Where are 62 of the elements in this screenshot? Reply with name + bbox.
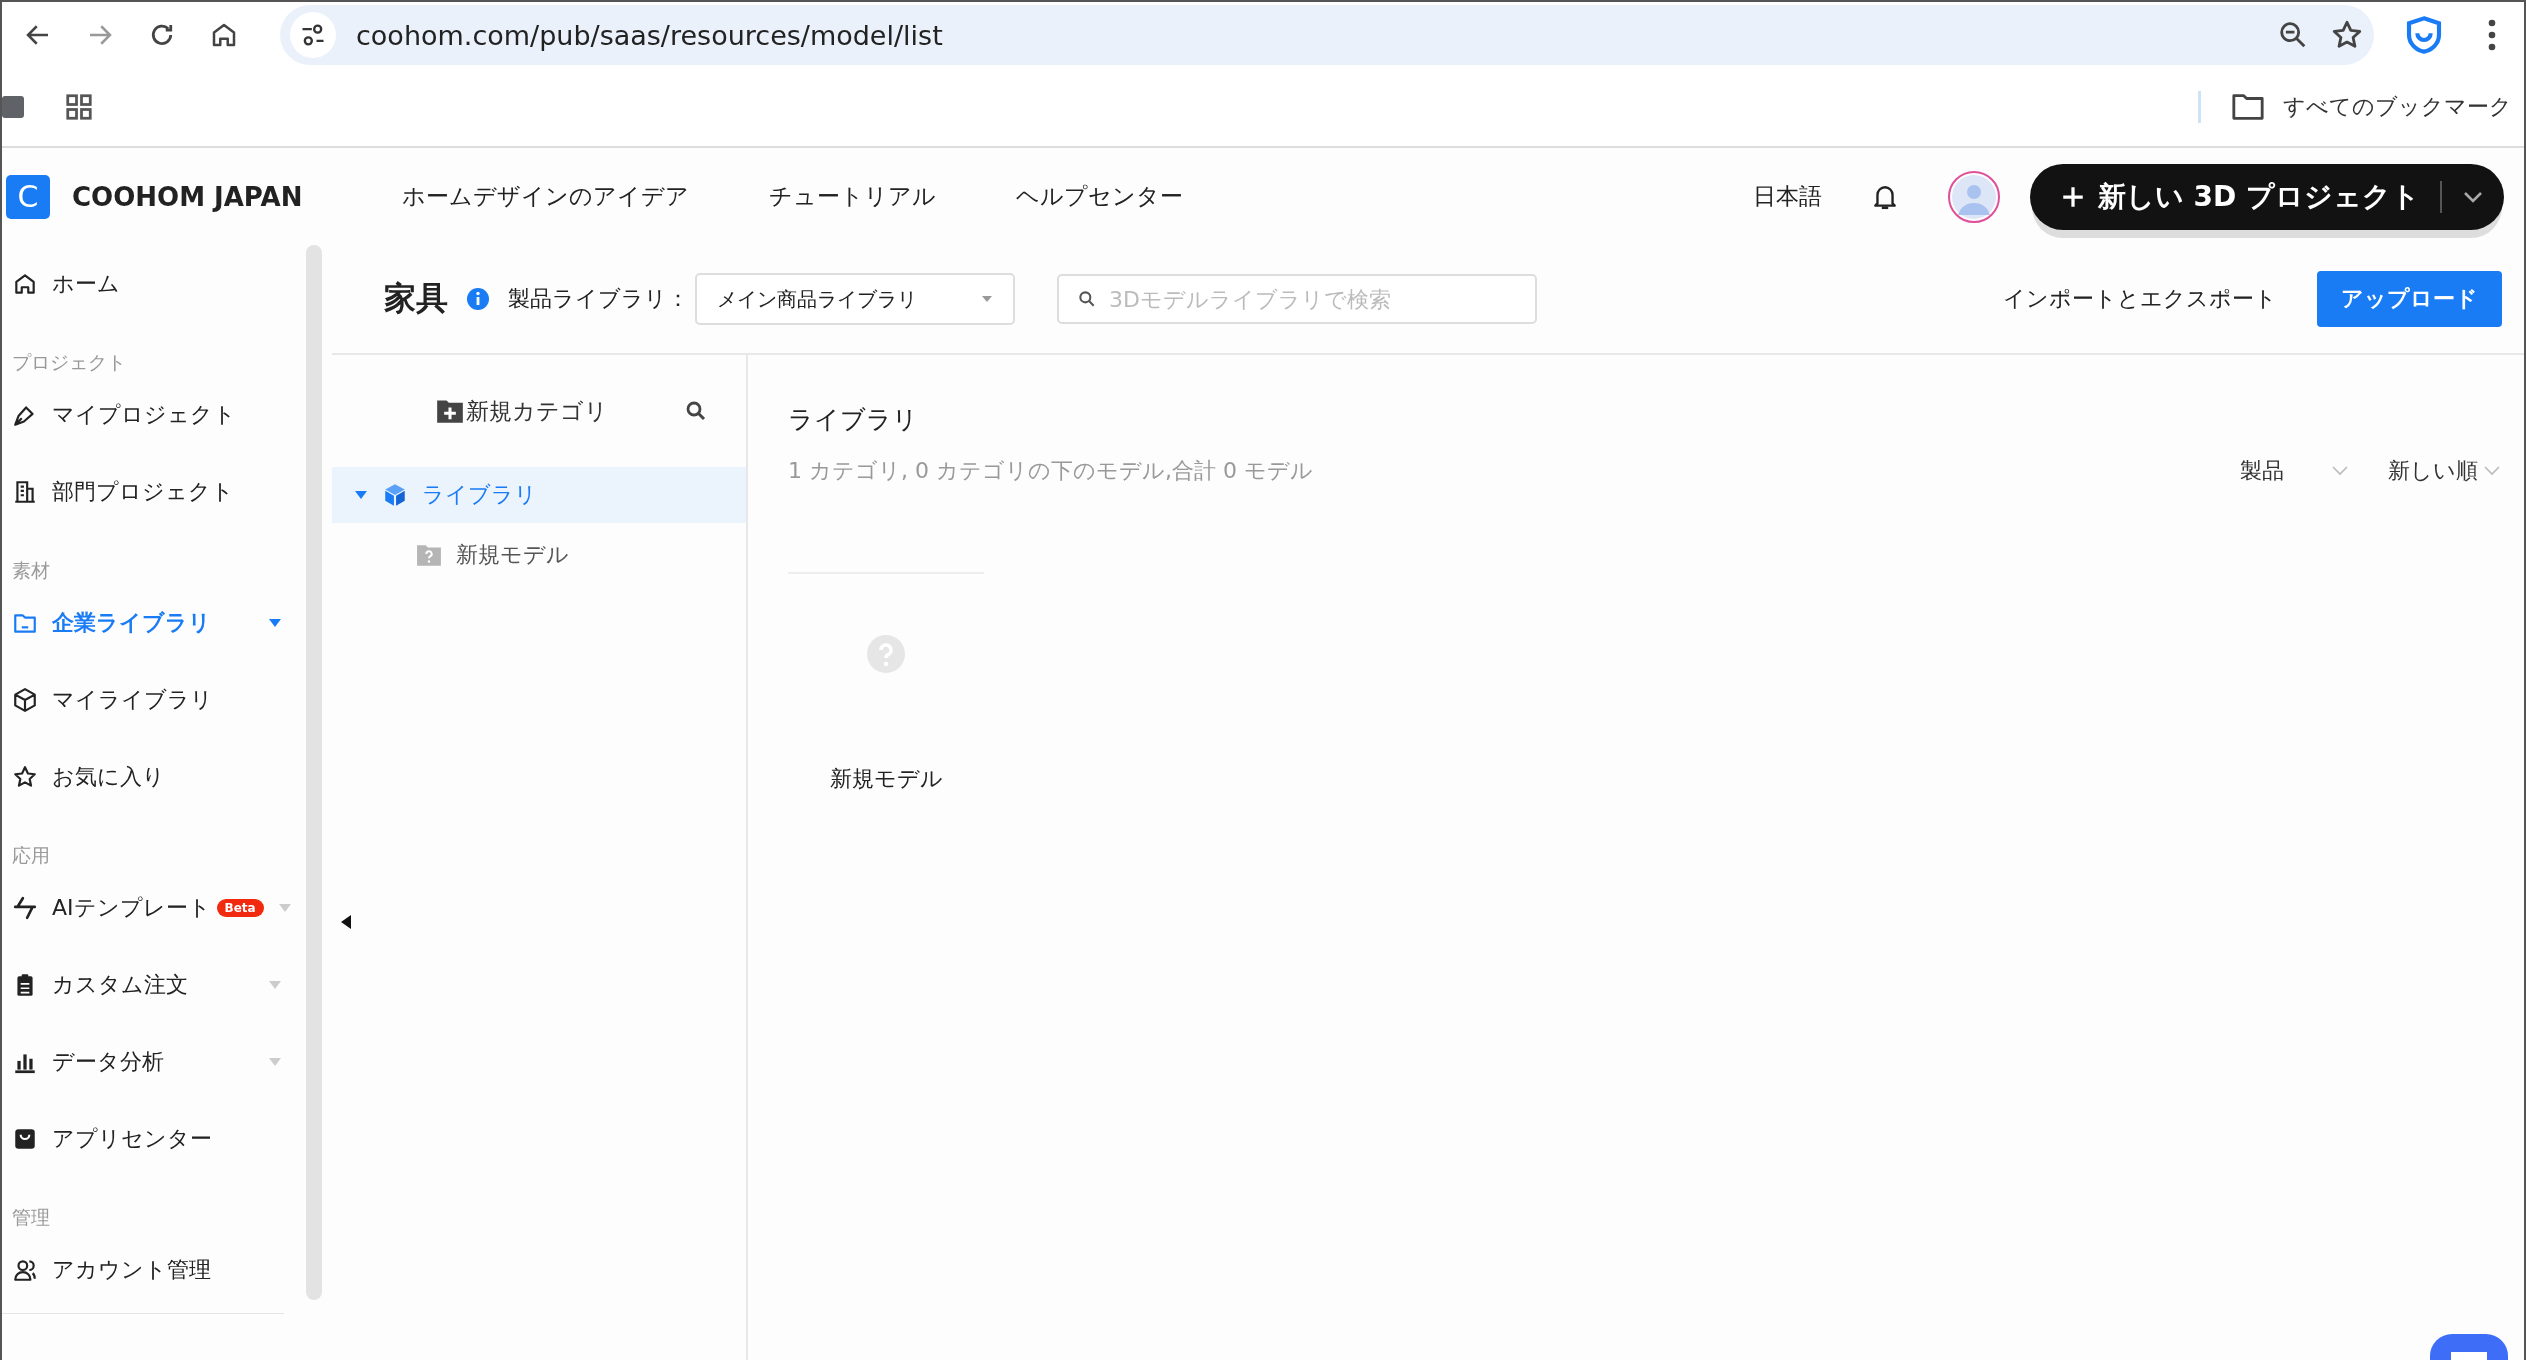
beta-badge: Beta (216, 898, 264, 917)
url-text: coohom.com/pub/saas/resources/model/list (356, 19, 944, 51)
star-icon (12, 763, 38, 790)
new-category-button[interactable]: 新規カテゴリ (430, 394, 614, 428)
import-export-link[interactable]: インポートとエクスポート (2003, 284, 2277, 314)
address-bar[interactable]: coohom.com/pub/saas/resources/model/list (280, 5, 2374, 65)
sidebar-item[interactable]: ホーム (2, 245, 302, 322)
cube-icon (382, 482, 408, 508)
folder-icon[interactable] (2231, 92, 2265, 122)
tree-item[interactable]: 新規モデル (332, 523, 746, 587)
tree-item[interactable]: ライブラリ (332, 467, 746, 523)
section-title: ライブラリ (788, 404, 919, 436)
sidebar-item[interactable]: カスタム注文 (2, 946, 302, 1023)
nav-link[interactable]: ホームデザインのアイデア (402, 181, 690, 212)
collapse-arrow-icon[interactable] (340, 915, 352, 929)
avatar[interactable] (1947, 170, 2000, 223)
search-icon[interactable] (684, 399, 708, 423)
nav-link[interactable]: チュートリアル (769, 181, 937, 212)
sidebar-item[interactable]: お気に入り (2, 738, 302, 815)
logo[interactable]: C (6, 174, 50, 219)
caret-icon[interactable] (981, 295, 993, 303)
sidebar-item[interactable]: マイライブラリ (2, 661, 302, 738)
model-card[interactable]: 新規モデル (788, 572, 984, 794)
sidebar-item[interactable]: 部門プロジェクト (2, 453, 302, 530)
filter-dropdown[interactable]: 新しい順 (2388, 456, 2500, 486)
filter-dropdown[interactable]: 製品 (2240, 456, 2348, 486)
placeholder-icon (866, 634, 906, 674)
page-title: 家具 (384, 278, 448, 319)
sidebar-item[interactable]: アプリセンター (2, 1100, 302, 1177)
cube-icon (12, 686, 38, 713)
folder-plus-icon[interactable] (436, 398, 464, 424)
search-field[interactable]: 3Dモデルライブラリで検索 (1057, 274, 1537, 324)
site-settings-icon[interactable] (290, 12, 336, 58)
search-icon[interactable] (1077, 289, 1097, 309)
sidebar-item[interactable]: AIテンプレート Beta (2, 869, 302, 946)
section-heading: 素材 (11, 558, 51, 583)
info-icon[interactable] (466, 287, 490, 311)
lightning-icon (12, 894, 38, 921)
scrollbar[interactable] (306, 245, 322, 1300)
summary-text: 1 カテゴリ, 0 カテゴリの下のモデル,合計 0 モデル (788, 457, 1313, 485)
shield-icon[interactable] (2404, 15, 2444, 55)
sidebar-item[interactable]: マイプロジェクト (2, 376, 302, 453)
library-select[interactable]: メイン商品ライブラリ (695, 273, 1015, 325)
sidebar-item[interactable]: データ分析 (2, 1023, 302, 1100)
section-heading: 応用 (11, 843, 51, 868)
brand-name[interactable]: COOHOM JAPAN (72, 181, 303, 212)
bookmarks-label[interactable]: すべてのブックマーク (2283, 92, 2512, 122)
sidebar-item[interactable]: アカウント管理 (2, 1231, 302, 1308)
chevron-down-icon[interactable] (2462, 189, 2484, 204)
upload-button[interactable]: アップロード (2317, 271, 2502, 327)
unknown-folder-icon (416, 543, 442, 567)
sidebar-item[interactable]: 企業ライブラリ (2, 584, 302, 661)
caret-icon[interactable] (354, 490, 368, 500)
apps-grid-icon[interactable] (64, 92, 94, 122)
section-heading: 管理 (11, 1205, 51, 1230)
nav-link[interactable]: ヘルプセンター (1016, 181, 1184, 212)
section-heading: プロジェクト (11, 350, 127, 375)
library-label: 製品ライブラリ： (508, 285, 689, 313)
building-icon (12, 478, 38, 505)
caret-icon[interactable] (268, 617, 282, 628)
model-name: 新規モデル (829, 765, 943, 793)
language-selector[interactable]: 日本語 (1752, 181, 1822, 212)
